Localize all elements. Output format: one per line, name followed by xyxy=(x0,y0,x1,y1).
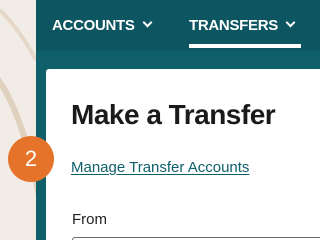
nav-accounts-label: ACCOUNTS xyxy=(52,17,135,34)
chevron-down-icon xyxy=(142,17,153,28)
step-number-badge: 2 xyxy=(8,136,54,182)
screenshot-stage: ACCOUNTS TRANSFERS Make a Transfer Manag… xyxy=(0,0,320,240)
page-title: Make a Transfer xyxy=(71,99,276,130)
manage-transfer-accounts-link[interactable]: Manage Transfer Accounts xyxy=(71,158,249,178)
nav-transfers-label: TRANSFERS xyxy=(189,17,278,34)
nav-accounts-menu[interactable]: ACCOUNTS xyxy=(52,17,153,35)
nav-transfers-menu[interactable]: TRANSFERS xyxy=(189,17,296,35)
top-navigation-bar: ACCOUNTS TRANSFERS xyxy=(36,0,320,51)
active-nav-indicator xyxy=(189,44,301,48)
chevron-down-icon xyxy=(285,17,296,28)
from-field-label: From xyxy=(72,211,107,228)
